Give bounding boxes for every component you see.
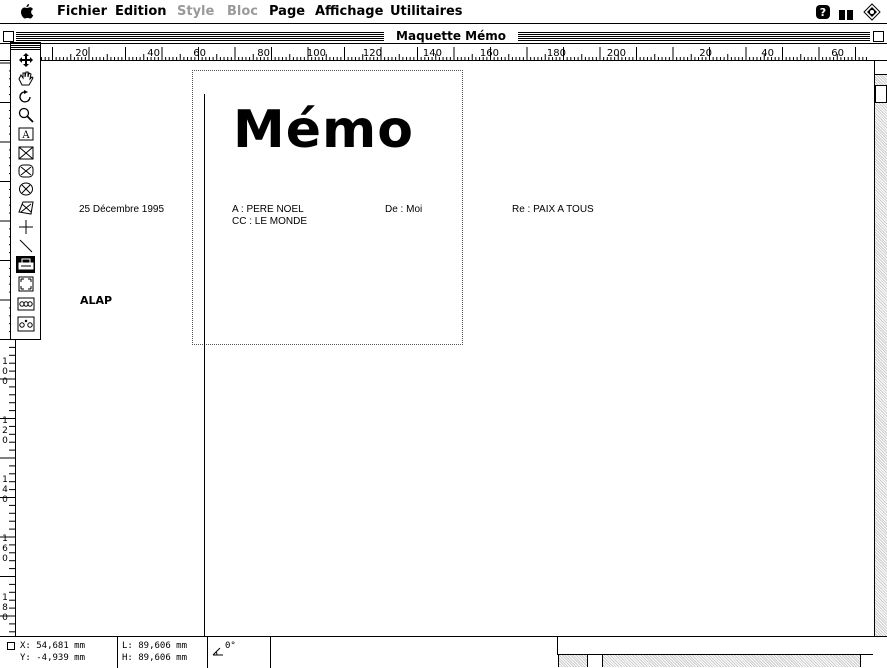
menu-fichier[interactable]: Fichier (57, 4, 107, 20)
ruler-label: 20 (699, 48, 712, 59)
angle-icon (212, 641, 224, 660)
menu-page[interactable]: Page (269, 4, 305, 20)
ruler-label: 20 (75, 48, 88, 59)
palette-titlebar[interactable] (11, 43, 40, 50)
link-tool-icon[interactable] (16, 295, 35, 312)
ruler-label: 40 (147, 48, 160, 59)
svg-text:?: ? (820, 6, 826, 19)
ruler-label-digit: 8 (2, 603, 8, 613)
ruler-label-digit: 0 (2, 495, 8, 505)
ruler-label-digit: 0 (2, 613, 8, 623)
memo-title[interactable]: Mémo (233, 100, 414, 160)
x-position[interactable]: X: 54,681 mm (20, 641, 85, 652)
alap-text[interactable]: ALAP (80, 294, 112, 307)
from-text[interactable]: De : Moi (385, 204, 422, 216)
menu-utilitaires[interactable]: Utilitaires (390, 4, 463, 20)
titlebar-stripes-right (518, 32, 870, 41)
ruler-label: 160 (480, 48, 499, 59)
ruler-label: 120 (363, 48, 382, 59)
ruler-label: 60 (831, 48, 844, 59)
menu-affichage[interactable]: Affichage (315, 4, 383, 20)
unlink-tool-icon[interactable] (16, 315, 35, 332)
separator (270, 637, 271, 668)
ruler-label-digit: 0 (2, 436, 8, 446)
measurements-close-box[interactable] (7, 642, 15, 650)
expand-icon[interactable] (16, 275, 35, 292)
zoom-box[interactable] (873, 31, 884, 42)
apple-icon[interactable] (20, 3, 34, 23)
vertical-scrollbar[interactable] (874, 61, 887, 654)
grab-tool-icon[interactable] (16, 70, 35, 87)
ruler-label-digit: 0 (2, 554, 8, 564)
window-titlebar[interactable]: Maquette Mémo (0, 30, 887, 44)
text-box-tool-icon[interactable]: A (16, 125, 35, 142)
tool-palette: A (10, 42, 41, 340)
ruler-label-digit: 2 (2, 426, 8, 436)
ruler-label-digit: 1 (2, 416, 8, 426)
ruler-label: 40 (761, 48, 774, 59)
ruler-label: 80 (257, 48, 270, 59)
help-icon[interactable]: ? (815, 4, 831, 24)
picture-box-round-icon[interactable] (16, 162, 35, 179)
orthogonal-line-tool-icon[interactable] (16, 218, 35, 235)
scroll-up-arrow[interactable] (875, 61, 887, 75)
ruler-label-digit: 0 (2, 377, 8, 387)
to-text[interactable]: A : PERE NOEL (232, 204, 304, 216)
scroll-thumb[interactable] (875, 85, 887, 103)
separator (207, 637, 208, 668)
menu-edition[interactable]: Edition (115, 4, 167, 20)
ruler-label: 140 (423, 48, 442, 59)
picture-box-rect-icon[interactable] (16, 144, 35, 161)
printer-icon[interactable] (16, 256, 35, 273)
separator (117, 637, 118, 668)
svg-text:A: A (21, 130, 30, 141)
hscroll-thumb[interactable] (587, 655, 603, 667)
angle-value[interactable]: 0° (225, 641, 236, 652)
ruler-label-digit: 1 (2, 593, 8, 603)
height-value[interactable]: H: 89,606 mm (122, 653, 187, 664)
ruler-label-digit: 1 (2, 357, 8, 367)
ruler-label: 100 (307, 48, 326, 59)
ruler-label-digit: 6 (2, 544, 8, 554)
width-value[interactable]: L: 89,606 mm (122, 641, 187, 652)
horizontal-ruler: 20 40 60 80 100 120 140 160 180 200 20 40 60 (0, 45, 887, 61)
picture-box-polygon-icon[interactable] (16, 199, 35, 216)
finder-icon[interactable] (863, 3, 881, 25)
ruler-label: 200 (607, 48, 626, 59)
menu-style[interactable]: Style (177, 4, 214, 20)
ruler-label: 60 (193, 48, 206, 59)
y-position[interactable]: Y: -4,939 mm (20, 653, 85, 664)
date-text[interactable]: 25 Décembre 1995 (79, 204, 164, 216)
window-title: Maquette Mémo (388, 30, 514, 43)
ruler-label-digit: 0 (2, 367, 8, 377)
close-box[interactable] (3, 31, 14, 42)
re-text[interactable]: Re : PAIX A TOUS (512, 204, 594, 216)
ruler-label: 180 (547, 48, 566, 59)
ruler-label-digit: 1 (2, 534, 8, 544)
horizontal-scrollbar[interactable] (558, 654, 873, 667)
titlebar-stripes-left (16, 32, 384, 41)
zoom-tool-icon[interactable] (16, 106, 35, 123)
scroll-right-arrow[interactable] (860, 655, 873, 667)
line-tool-icon[interactable] (16, 237, 35, 254)
menubar: Fichier Edition Style Bloc Page Affichag… (0, 0, 887, 24)
move-tool-icon[interactable] (16, 51, 35, 68)
separator (557, 637, 558, 655)
ruler-label-digit: 1 (2, 475, 8, 485)
page-margin-guide (204, 94, 205, 636)
picture-box-oval-icon[interactable] (16, 180, 35, 197)
cc-text[interactable]: CC : LE MONDE (232, 216, 307, 228)
rotate-tool-icon[interactable] (16, 88, 35, 105)
window-icon[interactable] (838, 6, 854, 25)
ruler-label-digit: 4 (2, 485, 8, 495)
menu-bloc[interactable]: Bloc (227, 4, 258, 20)
